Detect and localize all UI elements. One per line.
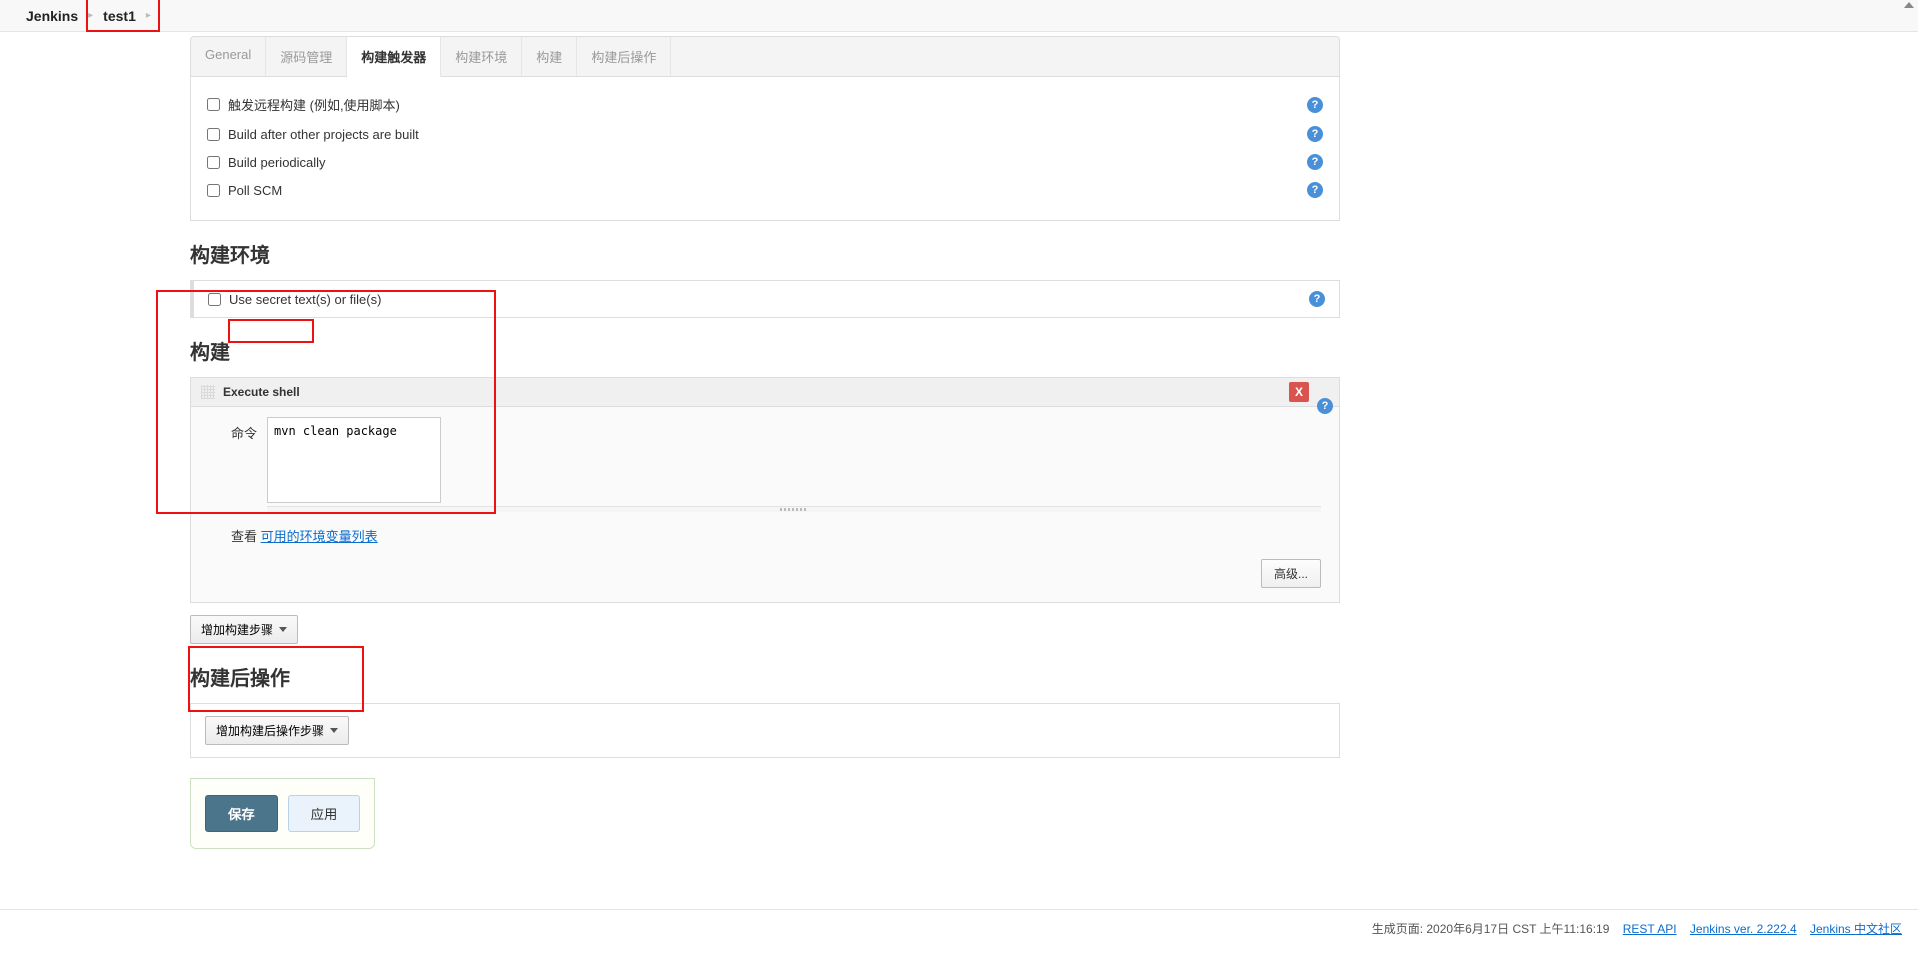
tab-scm[interactable]: 源码管理: [266, 37, 347, 76]
trigger-row: Build after other projects are built ?: [207, 120, 1323, 148]
main-content: General 源码管理 构建触发器 构建环境 构建 构建后操作 触发远程构建 …: [190, 36, 1340, 849]
footer-version-link[interactable]: Jenkins ver. 2.222.4: [1690, 922, 1797, 936]
footer-community-link[interactable]: Jenkins 中文社区: [1810, 922, 1902, 936]
trigger-poll-scm-checkbox[interactable]: [207, 184, 220, 197]
breadcrumb-root[interactable]: Jenkins: [16, 8, 88, 24]
trigger-row: 触发远程构建 (例如,使用脚本) ?: [207, 89, 1323, 120]
add-build-step-label: 增加构建步骤: [201, 621, 273, 638]
use-secret-checkbox[interactable]: [208, 293, 221, 306]
see-text: 查看: [231, 529, 261, 544]
triggers-panel: 触发远程构建 (例如,使用脚本) ? Build after other pro…: [190, 77, 1340, 221]
trigger-remote-checkbox[interactable]: [207, 98, 220, 111]
breadcrumb-bar: Jenkins ▸ test1 ▸: [0, 0, 1918, 32]
tab-build[interactable]: 构建: [522, 37, 577, 76]
help-icon[interactable]: ?: [1307, 154, 1323, 170]
env-vars-link[interactable]: 可用的环境变量列表: [261, 529, 378, 544]
footer-rest-api-link[interactable]: REST API: [1623, 922, 1677, 936]
scroll-top-icon[interactable]: [1904, 2, 1914, 8]
save-button[interactable]: 保存: [205, 795, 278, 832]
chevron-right-icon: ▸: [146, 10, 151, 21]
delete-build-step-button[interactable]: X: [1289, 382, 1309, 402]
tab-general[interactable]: General: [191, 37, 266, 76]
page-footer: 生成页面: 2020年6月17日 CST 上午11:16:19 REST API…: [0, 909, 1918, 947]
add-post-build-step-button[interactable]: 增加构建后操作步骤: [205, 716, 349, 745]
resize-grip[interactable]: [267, 506, 1321, 512]
footer-gen-text: 生成页面: 2020年6月17日 CST 上午11:16:19: [1372, 922, 1610, 936]
env-link-row: 查看 可用的环境变量列表: [231, 526, 1321, 545]
build-env-panel: Use secret text(s) or file(s) ?: [190, 280, 1340, 318]
trigger-row: Poll SCM ?: [207, 176, 1323, 204]
caret-down-icon: [279, 627, 287, 632]
help-icon[interactable]: ?: [1307, 97, 1323, 113]
command-textarea[interactable]: [267, 417, 441, 503]
caret-down-icon: [330, 728, 338, 733]
breadcrumb-item[interactable]: test1: [93, 8, 146, 24]
tab-post-build[interactable]: 构建后操作: [577, 37, 671, 76]
build-step-execute-shell: Execute shell X ? 命令 查看 可用的环境变量列表 高级...: [190, 377, 1340, 603]
build-step-body: 命令 查看 可用的环境变量列表 高级...: [191, 407, 1339, 602]
tab-build-triggers[interactable]: 构建触发器: [347, 37, 441, 77]
trigger-poll-scm-label: Poll SCM: [228, 183, 1307, 198]
config-tabs: General 源码管理 构建触发器 构建环境 构建 构建后操作: [190, 36, 1340, 77]
section-build-env-title: 构建环境: [190, 239, 1340, 268]
use-secret-label: Use secret text(s) or file(s): [229, 292, 1309, 307]
trigger-periodic-label: Build periodically: [228, 155, 1307, 170]
help-icon[interactable]: ?: [1307, 126, 1323, 142]
section-post-build-title: 构建后操作: [190, 662, 1340, 691]
save-apply-bar: 保存 应用: [190, 778, 375, 849]
build-step-title: Execute shell: [223, 385, 300, 399]
drag-handle-icon[interactable]: [201, 385, 215, 399]
trigger-build-after-label: Build after other projects are built: [228, 127, 1307, 142]
help-icon[interactable]: ?: [1317, 398, 1333, 414]
trigger-build-after-checkbox[interactable]: [207, 128, 220, 141]
section-build-title: 构建: [190, 336, 1340, 365]
command-row: 命令: [231, 417, 1321, 512]
apply-button[interactable]: 应用: [288, 795, 361, 832]
advanced-button[interactable]: 高级...: [1261, 559, 1321, 588]
add-build-step-button[interactable]: 增加构建步骤: [190, 615, 298, 644]
advanced-row: 高级...: [231, 559, 1321, 588]
add-post-build-step-label: 增加构建后操作步骤: [216, 722, 324, 739]
trigger-row: Build periodically ?: [207, 148, 1323, 176]
build-step-header: Execute shell: [191, 378, 1339, 407]
help-icon[interactable]: ?: [1309, 291, 1325, 307]
help-icon[interactable]: ?: [1307, 182, 1323, 198]
tab-build-env[interactable]: 构建环境: [441, 37, 522, 76]
trigger-periodic-checkbox[interactable]: [207, 156, 220, 169]
command-label: 命令: [231, 417, 257, 442]
trigger-remote-label: 触发远程构建 (例如,使用脚本): [228, 95, 1307, 114]
